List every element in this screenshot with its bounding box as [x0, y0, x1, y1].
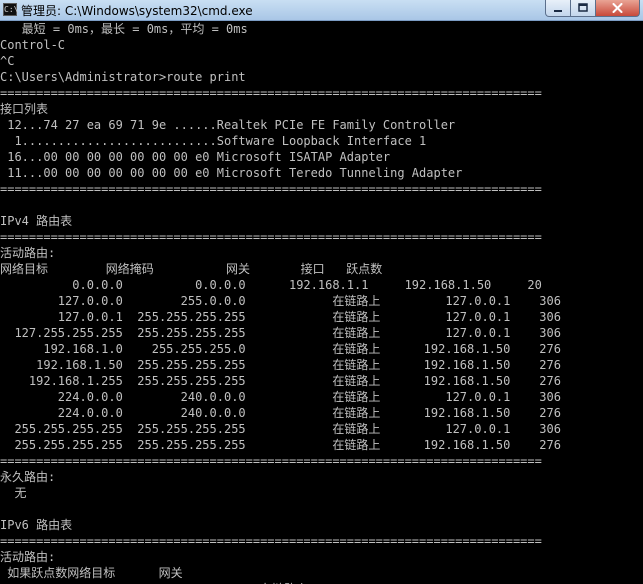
console-line: 11...00 00 00 00 00 00 00 e0 Microsoft T… [0, 166, 463, 180]
console-line: 127.255.255.255 255.255.255.255 在链路上 127… [0, 326, 561, 340]
console-line: Control-C [0, 38, 66, 52]
console-line: 永久路由: [0, 470, 56, 484]
console-line: 127.0.0.1 255.255.255.255 在链路上 127.0.0.1… [0, 310, 561, 324]
console-line: 192.168.1.255 255.255.255.255 在链路上 192.1… [0, 374, 561, 388]
minimize-icon [554, 10, 562, 12]
console-line: C:\Users\Administrator>route print [0, 70, 246, 84]
console-line: 255.255.255.255 255.255.255.255 在链路上 192… [0, 438, 561, 452]
console-line: ========================================… [0, 182, 542, 196]
console-line: 192.168.1.0 255.255.255.0 在链路上 192.168.1… [0, 342, 561, 356]
console-line: 16...00 00 00 00 00 00 00 e0 Microsoft I… [0, 150, 391, 164]
close-button[interactable] [596, 0, 640, 17]
console-line: 无 [0, 486, 27, 500]
console-line: 224.0.0.0 240.0.0.0 在链路上 127.0.0.1 306 [0, 390, 561, 404]
maximize-button[interactable] [571, 0, 596, 17]
console-line: 0.0.0.0 0.0.0.0 192.168.1.1 192.168.1.50… [0, 278, 542, 292]
console-line: 如果跃点数网络目标 网关 [0, 566, 183, 580]
console-line: ========================================… [0, 86, 542, 100]
console-line: 最短 = 0ms，最长 = 0ms，平均 = 0ms [0, 22, 248, 36]
console-line: 192.168.1.50 255.255.255.255 在链路上 192.16… [0, 358, 561, 372]
console-line: IPv6 路由表 [0, 518, 73, 532]
console-line: 255.255.255.255 255.255.255.255 在链路上 127… [0, 422, 561, 436]
minimize-button[interactable] [545, 0, 571, 17]
console-line: 网络目标 网络掩码 网关 接口 跃点数 [0, 262, 383, 276]
window-controls [545, 0, 640, 17]
console-line: 活动路由: [0, 246, 56, 260]
console-line: 224.0.0.0 240.0.0.0 在链路上 192.168.1.50 27… [0, 406, 561, 420]
close-icon [612, 3, 623, 13]
cmd-window: C:\ 管理员: C:\Windows\system32\cmd.exe 最短 … [0, 0, 643, 584]
console-line: 1...........................Software Loo… [0, 134, 427, 148]
console-line: 活动路由: [0, 550, 56, 564]
cmd-icon[interactable]: C:\ [3, 3, 18, 16]
console-line: 接口列表 [0, 102, 49, 116]
console-line: ========================================… [0, 230, 542, 244]
title-bar[interactable]: C:\ 管理员: C:\Windows\system32\cmd.exe [0, 0, 643, 21]
console-line: ========================================… [0, 534, 542, 548]
console-line: IPv4 路由表 [0, 214, 73, 228]
console-line: ========================================… [0, 454, 542, 468]
console-output[interactable]: 最短 = 0ms，最长 = 0ms，平均 = 0ms Control-C ^C C:\… [0, 21, 643, 584]
console-line: 127.0.0.0 255.0.0.0 在链路上 127.0.0.1 306 [0, 294, 561, 308]
console-line: ^C [0, 54, 15, 68]
window-title: 管理员: C:\Windows\system32\cmd.exe [21, 4, 253, 18]
maximize-icon [578, 3, 588, 12]
console-line: 12...74 27 ea 69 71 9e ......Realtek PCI… [0, 118, 456, 132]
